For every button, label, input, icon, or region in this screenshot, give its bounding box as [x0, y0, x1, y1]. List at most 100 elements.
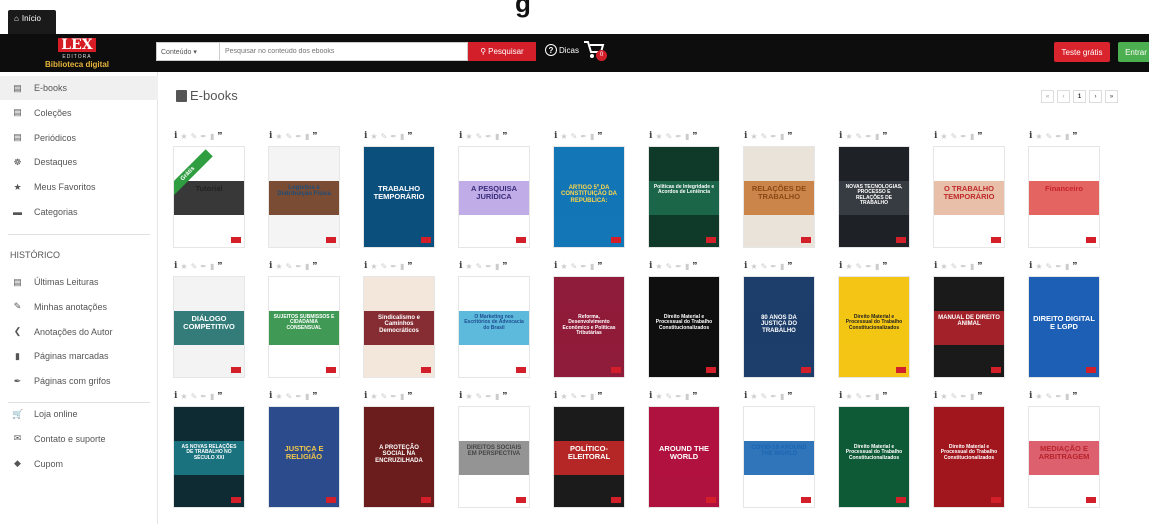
star-icon[interactable]: ★: [845, 132, 852, 141]
edit-icon[interactable]: ✎: [666, 132, 673, 141]
bookmark-icon[interactable]: ▮: [305, 262, 309, 271]
bookmark-icon[interactable]: ▮: [1065, 392, 1069, 401]
ebook-cover[interactable]: Direito Material e Processual do Trabalh…: [839, 407, 909, 507]
edit-icon[interactable]: ✎: [571, 132, 578, 141]
star-icon[interactable]: ★: [1035, 262, 1042, 271]
info-icon[interactable]: i: [1029, 131, 1032, 141]
bookmark-icon[interactable]: ▮: [685, 262, 689, 271]
info-icon[interactable]: i: [839, 391, 842, 401]
ebook-cover[interactable]: Direito Material e Processual do Trabalh…: [649, 277, 719, 377]
ebook-cover[interactable]: MEDIAÇÃO E ARBITRAGEM: [1029, 407, 1099, 507]
star-icon[interactable]: ★: [275, 132, 282, 141]
bookmark-icon[interactable]: ▮: [590, 132, 594, 141]
quote-icon[interactable]: ”: [1072, 391, 1077, 402]
info-icon[interactable]: i: [364, 261, 367, 271]
pen-icon[interactable]: ✒: [580, 262, 587, 271]
quote-icon[interactable]: ”: [407, 131, 412, 142]
quote-icon[interactable]: ”: [597, 131, 602, 142]
sidebar-item[interactable]: ▤ Coleções: [0, 101, 158, 125]
ebook-cover[interactable]: DIREITO DIGITAL E LGPD: [1029, 277, 1099, 377]
edit-icon[interactable]: ✎: [286, 132, 293, 141]
pen-icon[interactable]: ✒: [675, 262, 682, 271]
star-icon[interactable]: ★: [465, 132, 472, 141]
info-icon[interactable]: i: [174, 131, 177, 141]
sidebar-item[interactable]: 🛒 Loja online: [0, 402, 158, 426]
ebook-card[interactable]: i ★ ✎ ✒ ▮” DIREITO DIGITAL E LGPD: [1029, 260, 1099, 377]
quote-icon[interactable]: ”: [597, 261, 602, 272]
info-icon[interactable]: i: [269, 261, 272, 271]
pen-icon[interactable]: ✒: [1055, 262, 1062, 271]
ebook-cover[interactable]: DIREITOS SOCIAIS EM PERSPECTIVA: [459, 407, 529, 507]
star-icon[interactable]: ★: [560, 262, 567, 271]
star-icon[interactable]: ★: [940, 132, 947, 141]
sidebar-item[interactable]: ▬ Categorias: [0, 200, 158, 224]
bookmark-icon[interactable]: ▮: [495, 262, 499, 271]
info-icon[interactable]: i: [269, 391, 272, 401]
ebook-cover[interactable]: A PESQUISA JURÍDICA: [459, 147, 529, 247]
star-icon[interactable]: ★: [655, 132, 662, 141]
edit-icon[interactable]: ✎: [191, 132, 198, 141]
info-icon[interactable]: i: [174, 261, 177, 271]
info-icon[interactable]: i: [364, 391, 367, 401]
edit-icon[interactable]: ✎: [951, 392, 958, 401]
pen-icon[interactable]: ✒: [675, 392, 682, 401]
pager-next[interactable]: ›: [1089, 90, 1102, 103]
bookmark-icon[interactable]: ▮: [685, 392, 689, 401]
edit-icon[interactable]: ✎: [761, 132, 768, 141]
quote-icon[interactable]: ”: [787, 391, 792, 402]
ebook-card[interactable]: i ★ ✎ ✒ ▮” Direito Material e Processual do T…: [649, 260, 719, 377]
ebook-card[interactable]: i ★ ✎ ✒ ▮” Políticas de Integridade e Acordos…: [649, 130, 719, 247]
sidebar-item[interactable]: ✒ Páginas com grifos: [0, 369, 158, 393]
info-icon[interactable]: i: [839, 131, 842, 141]
quote-icon[interactable]: ”: [217, 131, 222, 142]
edit-icon[interactable]: ✎: [476, 132, 483, 141]
edit-icon[interactable]: ✎: [286, 392, 293, 401]
ebook-card[interactable]: i ★ ✎ ✒ ▮” TRABALHO TEMPORÁRIO: [364, 130, 434, 247]
logo[interactable]: LEX EDITORA Biblioteca digital: [42, 36, 112, 70]
quote-icon[interactable]: ”: [882, 131, 887, 142]
quote-icon[interactable]: ”: [977, 391, 982, 402]
edit-icon[interactable]: ✎: [1046, 132, 1053, 141]
bookmark-icon[interactable]: ▮: [590, 262, 594, 271]
edit-icon[interactable]: ✎: [1046, 392, 1053, 401]
info-icon[interactable]: i: [459, 391, 462, 401]
sidebar-item[interactable]: ❮ Anotações do Autor: [0, 320, 158, 344]
pen-icon[interactable]: ✒: [770, 262, 777, 271]
pen-icon[interactable]: ✒: [295, 132, 302, 141]
edit-icon[interactable]: ✎: [856, 392, 863, 401]
info-icon[interactable]: i: [744, 391, 747, 401]
quote-icon[interactable]: ”: [787, 131, 792, 142]
info-icon[interactable]: i: [839, 261, 842, 271]
bookmark-icon[interactable]: ▮: [400, 132, 404, 141]
star-icon[interactable]: ★: [750, 132, 757, 141]
info-icon[interactable]: i: [649, 391, 652, 401]
quote-icon[interactable]: ”: [217, 261, 222, 272]
ebook-card[interactable]: i ★ ✎ ✒ ▮” Direito Material e Processual do T…: [839, 260, 909, 377]
ebook-card[interactable]: i ★ ✎ ✒ ▮” Logística e Distribuição Física: [269, 130, 339, 247]
quote-icon[interactable]: ”: [1072, 131, 1077, 142]
ebook-cover[interactable]: JUSTIÇA E RELIGIÃO: [269, 407, 339, 507]
ebook-card[interactable]: i ★ ✎ ✒ ▮” Direito Material e Processual do T…: [934, 390, 1004, 507]
edit-icon[interactable]: ✎: [191, 392, 198, 401]
pen-icon[interactable]: ✒: [865, 392, 872, 401]
ebook-cover[interactable]: DIÁLOGO COMPETITIVO: [174, 277, 244, 377]
info-icon[interactable]: i: [649, 131, 652, 141]
sidebar-item[interactable]: ✎ Minhas anotações: [0, 295, 158, 319]
info-icon[interactable]: i: [554, 391, 557, 401]
info-icon[interactable]: i: [174, 391, 177, 401]
ebook-cover[interactable]: Direito Material e Processual do Trabalh…: [839, 277, 909, 377]
info-icon[interactable]: i: [1029, 391, 1032, 401]
star-icon[interactable]: ★: [370, 392, 377, 401]
ebook-card[interactable]: i ★ ✎ ✒ ▮” COVID-19 AROUND THE WORLD: [744, 390, 814, 507]
ebook-card[interactable]: i ★ ✎ ✒ ▮” MANUAL DE DIREITO ANIMAL: [934, 260, 1004, 377]
ebook-card[interactable]: i ★ ✎ ✒ ▮” DIREITOS SOCIAIS EM PERSPECTIVA: [459, 390, 529, 507]
quote-icon[interactable]: ”: [407, 261, 412, 272]
pen-icon[interactable]: ✒: [960, 262, 967, 271]
edit-icon[interactable]: ✎: [381, 262, 388, 271]
sidebar-item[interactable]: ☸ Destaques: [0, 150, 158, 174]
sidebar-item[interactable]: ▤ E-books: [0, 76, 158, 100]
pager-first[interactable]: «: [1041, 90, 1054, 103]
ebook-cover[interactable]: Tutorial Grátis: [174, 147, 244, 247]
pen-icon[interactable]: ✒: [295, 262, 302, 271]
info-icon[interactable]: i: [459, 131, 462, 141]
